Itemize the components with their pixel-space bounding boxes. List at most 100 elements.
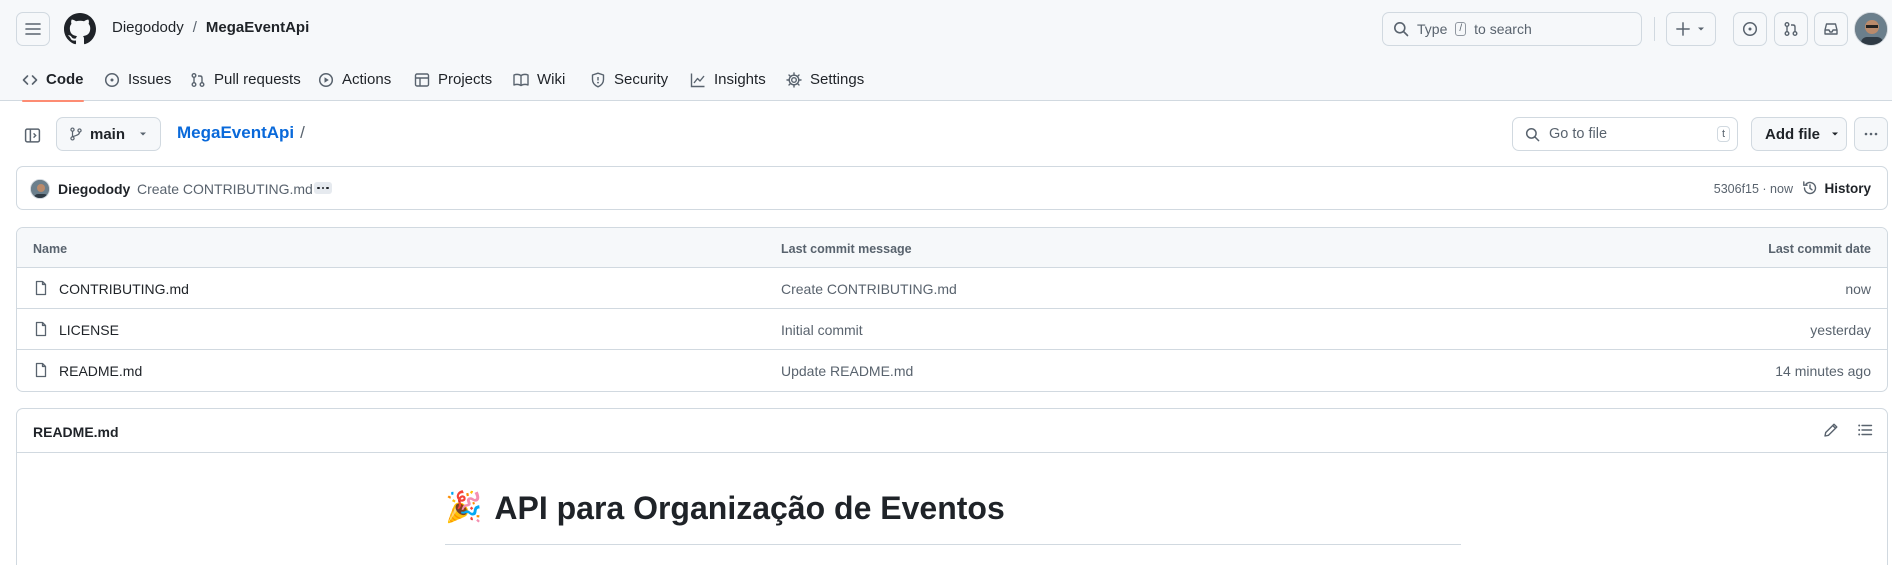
- tab-settings[interactable]: Settings: [786, 58, 864, 101]
- search-input[interactable]: Type / to search: [1382, 12, 1642, 46]
- caret-down-icon: [1696, 24, 1706, 34]
- search-shortcut-key: /: [1455, 22, 1467, 36]
- sidebar-expand-icon: [24, 127, 41, 144]
- file-name-link[interactable]: LICENSE: [59, 322, 119, 338]
- repo-link[interactable]: MegaEventApi: [206, 19, 309, 36]
- tab-wiki[interactable]: Wiki: [513, 58, 565, 101]
- graph-icon: [690, 72, 706, 88]
- tab-security-label: Security: [614, 71, 669, 88]
- commit-author[interactable]: Diegodody: [58, 181, 130, 197]
- caret-down-icon: [138, 129, 148, 139]
- more-options-button[interactable]: [1854, 117, 1888, 151]
- repo-tabs: Code Issues Pull requests Actions Projec…: [0, 58, 1892, 102]
- git-branch-icon: [69, 127, 83, 141]
- user-avatar[interactable]: [1854, 12, 1888, 46]
- tab-security[interactable]: Security: [590, 58, 668, 101]
- table-row[interactable]: CONTRIBUTING.md Create CONTRIBUTING.md n…: [17, 268, 1887, 309]
- go-to-file-shortcut: t: [1716, 126, 1730, 142]
- file-commit-date: 14 minutes ago: [1775, 363, 1871, 379]
- inbox-button[interactable]: [1814, 12, 1848, 46]
- file-commit-message[interactable]: Create CONTRIBUTING.md: [781, 281, 957, 297]
- go-to-file-placeholder: Go to file: [1549, 126, 1608, 142]
- breadcrumb-separator: /: [192, 19, 197, 36]
- global-header: Diegodody / MegaEventApi Type / to searc…: [0, 0, 1892, 102]
- commit-message[interactable]: Create CONTRIBUTING.md: [137, 181, 313, 197]
- column-header-date: Last commit date: [1768, 242, 1871, 256]
- gear-icon: [786, 71, 802, 88]
- pull-requests-button[interactable]: [1774, 12, 1808, 46]
- search-icon: [1525, 127, 1540, 142]
- breadcrumb: Diegodody / MegaEventApi: [112, 19, 309, 36]
- commit-sha-time[interactable]: 5306f15 · now: [1714, 182, 1793, 196]
- column-header-message: Last commit message: [781, 242, 912, 256]
- table-row[interactable]: LICENSE Initial commit yesterday: [17, 309, 1887, 350]
- tab-projects[interactable]: Projects: [414, 58, 492, 101]
- play-icon: [318, 72, 334, 88]
- expand-file-tree-button[interactable]: [16, 119, 48, 151]
- path-separator: /: [300, 123, 305, 142]
- owner-link[interactable]: Diegodody: [112, 19, 184, 36]
- file-icon: [33, 321, 49, 337]
- list-outline-icon[interactable]: [1857, 422, 1873, 438]
- tab-wiki-label: Wiki: [537, 71, 566, 88]
- menu-button[interactable]: [16, 12, 50, 46]
- go-to-file-input[interactable]: Go to file t: [1512, 117, 1738, 151]
- readme-header: README.md: [17, 409, 1887, 453]
- readme-title[interactable]: README.md: [33, 424, 119, 440]
- column-header-name: Name: [33, 242, 68, 256]
- git-pull-request-icon: [1783, 21, 1799, 37]
- party-popper-icon: 🎉: [445, 490, 483, 525]
- search-placeholder-post: to search: [1474, 21, 1532, 37]
- file-commit-message[interactable]: Initial commit: [781, 322, 863, 338]
- tab-code-label: Code: [46, 71, 84, 88]
- tab-actions-label: Actions: [342, 71, 392, 88]
- file-commit-message[interactable]: Update README.md: [781, 363, 913, 379]
- git-pull-request-icon: [190, 72, 206, 88]
- table-row[interactable]: README.md Update README.md 14 minutes ag…: [17, 350, 1887, 391]
- tab-projects-label: Projects: [438, 71, 493, 88]
- tab-actions[interactable]: Actions: [318, 58, 391, 101]
- file-commit-date: yesterday: [1810, 322, 1871, 338]
- readme-heading: 🎉 API para Organização de Eventos: [445, 489, 1461, 545]
- file-name-link[interactable]: CONTRIBUTING.md: [59, 281, 189, 297]
- readme-panel: README.md 🎉 API para Organização de Even…: [16, 408, 1888, 565]
- issue-icon: [1742, 21, 1758, 37]
- tab-issues-label: Issues: [128, 71, 172, 88]
- kebab-horizontal-icon: [1863, 126, 1879, 142]
- code-icon: [22, 72, 38, 88]
- issues-button[interactable]: [1733, 12, 1767, 46]
- history-label: History: [1824, 180, 1871, 196]
- file-icon: [33, 280, 49, 296]
- tab-insights[interactable]: Insights: [690, 58, 766, 101]
- pencil-icon[interactable]: [1823, 422, 1839, 438]
- tab-pull-requests[interactable]: Pull requests: [190, 58, 301, 101]
- top-bar: Diegodody / MegaEventApi Type / to searc…: [0, 0, 1892, 58]
- history-link[interactable]: History: [1802, 180, 1871, 196]
- readme-heading-text: API para Organização de Eventos: [494, 490, 1005, 526]
- history-icon: [1802, 180, 1818, 196]
- commit-expand-button[interactable]: [314, 182, 332, 194]
- commit-author-avatar[interactable]: [30, 179, 50, 199]
- add-file-button[interactable]: Add file: [1751, 117, 1847, 151]
- file-name-link[interactable]: README.md: [59, 363, 142, 379]
- issue-icon: [104, 72, 120, 88]
- branch-name: main: [90, 125, 126, 143]
- hamburger-icon: [25, 21, 41, 37]
- tab-issues[interactable]: Issues: [104, 58, 171, 101]
- header-divider: [1654, 17, 1655, 41]
- add-file-label: Add file: [1765, 125, 1820, 143]
- file-path-breadcrumb: MegaEventApi /: [177, 123, 305, 143]
- github-logo-icon[interactable]: [64, 13, 96, 45]
- tab-code[interactable]: Code: [22, 58, 84, 102]
- caret-down-icon: [1830, 129, 1840, 139]
- file-commit-date: now: [1845, 281, 1871, 297]
- table-icon: [414, 72, 430, 88]
- path-repo-link[interactable]: MegaEventApi: [177, 123, 294, 143]
- branch-selector[interactable]: main: [56, 117, 161, 151]
- book-icon: [513, 72, 529, 88]
- file-table-header: Name Last commit message Last commit dat…: [17, 228, 1887, 268]
- create-new-button[interactable]: [1666, 12, 1716, 46]
- tab-settings-label: Settings: [810, 71, 865, 88]
- plus-icon: [1676, 22, 1690, 36]
- file-table: Name Last commit message Last commit dat…: [16, 227, 1888, 392]
